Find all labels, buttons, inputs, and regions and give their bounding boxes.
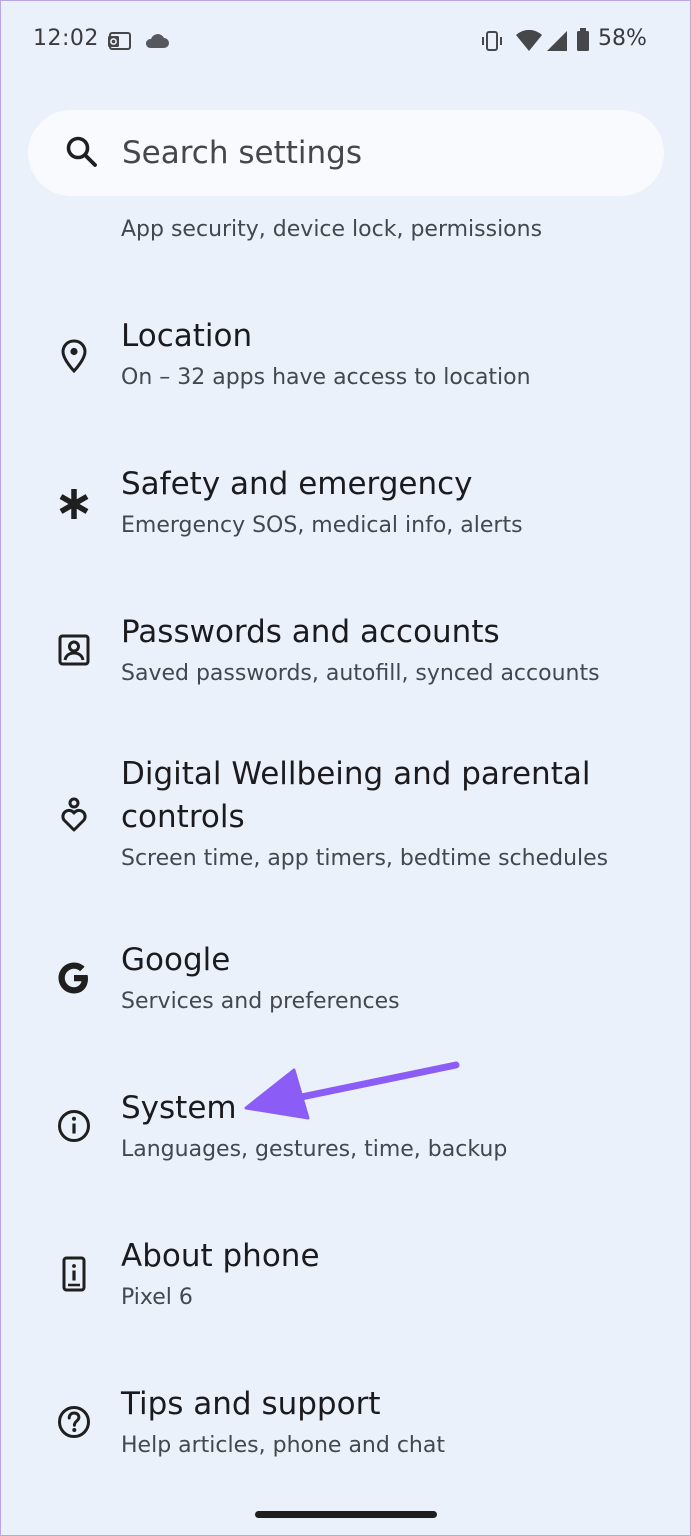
settings-item-title: Digital Wellbeing and parental xyxy=(121,756,591,792)
battery-icon xyxy=(576,28,590,56)
settings-item-subtitle: On – 32 apps have access to location xyxy=(121,365,531,390)
settings-item-subtitle: Emergency SOS, medical info, alerts xyxy=(121,513,523,538)
search-icon xyxy=(65,135,99,173)
settings-item-safety[interactable]: Safety and emergency Emergency SOS, medi… xyxy=(0,444,691,574)
status-bar: 12:02 58% xyxy=(0,0,691,84)
settings-item-title: Tips and support xyxy=(121,1386,381,1422)
settings-item-subtitle: Services and preferences xyxy=(121,989,400,1014)
settings-item-digital-wellbeing[interactable]: Digital Wellbeing and parental controls … xyxy=(0,736,691,906)
google-icon xyxy=(54,958,94,998)
settings-item-title: Safety and emergency xyxy=(121,466,473,502)
vibrate-icon xyxy=(480,30,504,56)
phone-info-icon xyxy=(54,1254,94,1294)
settings-item-title: System xyxy=(121,1090,237,1126)
cell-signal-icon xyxy=(546,30,568,56)
search-placeholder: Search settings xyxy=(122,135,362,171)
status-time: 12:02 xyxy=(33,26,99,51)
outlook-icon xyxy=(108,30,132,56)
settings-item-google[interactable]: Google Services and preferences xyxy=(0,920,691,1050)
info-icon xyxy=(54,1106,94,1146)
wifi-icon xyxy=(516,29,542,56)
settings-item-title: Google xyxy=(121,942,231,978)
account-box-icon xyxy=(54,630,94,670)
settings-item-tips-support[interactable]: Tips and support Help articles, phone an… xyxy=(0,1364,691,1494)
settings-item-subtitle: Saved passwords, autofill, synced accoun… xyxy=(121,661,600,686)
settings-item-title: About phone xyxy=(121,1238,320,1274)
settings-item-subtitle: Languages, gestures, time, backup xyxy=(121,1137,508,1162)
search-input[interactable]: Search settings xyxy=(28,110,664,196)
battery-percentage: 58% xyxy=(598,26,647,51)
location-pin-icon xyxy=(54,336,94,376)
settings-item-passwords[interactable]: Passwords and accounts Saved passwords, … xyxy=(0,592,691,722)
settings-item-subtitle: Screen time, app timers, bedtime schedul… xyxy=(121,846,609,871)
settings-item-subtitle: Pixel 6 xyxy=(121,1285,193,1310)
settings-item-about-phone[interactable]: About phone Pixel 6 xyxy=(0,1216,691,1346)
security-item-subtitle: App security, device lock, permissions xyxy=(121,217,543,242)
settings-item-subtitle: Help articles, phone and chat xyxy=(121,1433,445,1458)
wellbeing-icon xyxy=(54,794,94,834)
asterisk-icon xyxy=(54,484,94,524)
annotation-arrow xyxy=(238,1056,468,1130)
settings-item-title: Location xyxy=(121,318,253,354)
help-icon xyxy=(54,1402,94,1442)
cloud-icon xyxy=(144,33,170,53)
gesture-nav-bar[interactable] xyxy=(255,1511,437,1518)
settings-item-title-line2: controls xyxy=(121,799,245,835)
settings-item-location[interactable]: Location On – 32 apps have access to loc… xyxy=(0,296,691,426)
settings-item-title: Passwords and accounts xyxy=(121,614,500,650)
